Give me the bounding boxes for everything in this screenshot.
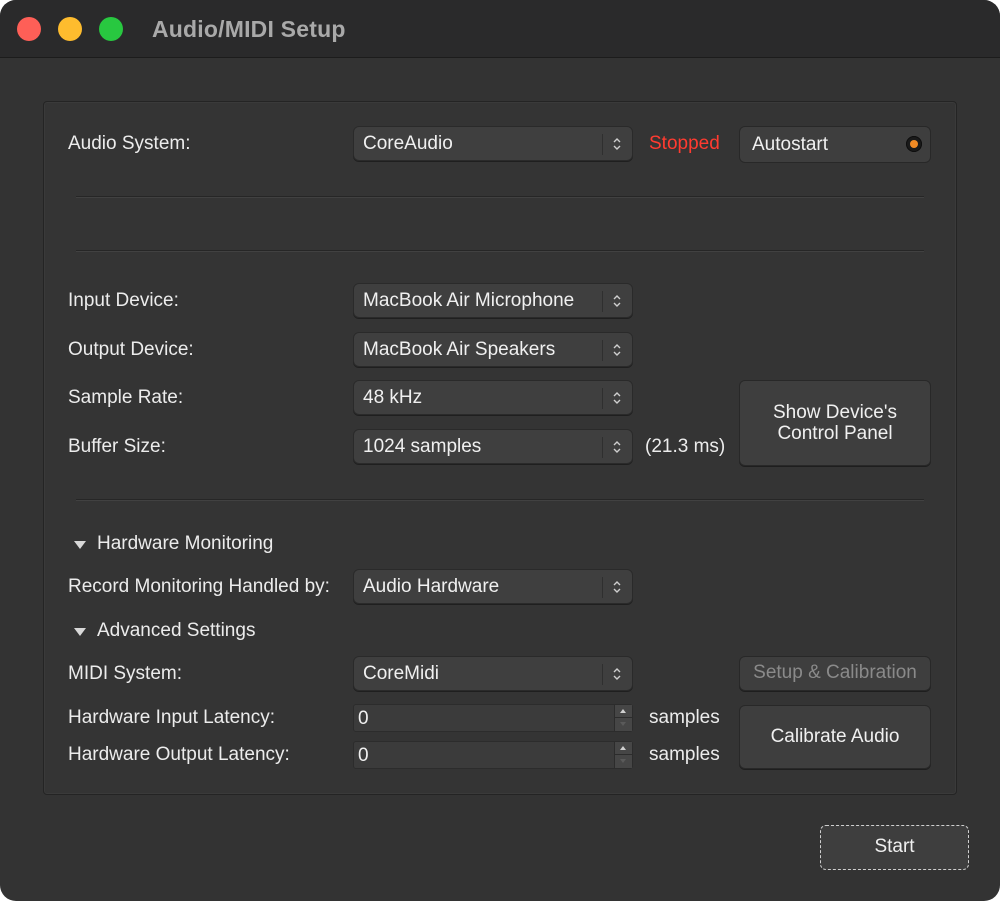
- output-latency-stepper[interactable]: 0: [353, 741, 633, 769]
- output-device-label: Output Device:: [68, 339, 194, 360]
- engine-status-text: Stopped: [649, 133, 720, 154]
- select-divider: [602, 437, 603, 458]
- audio-system-label: Audio System:: [68, 133, 191, 154]
- record-monitoring-select[interactable]: Audio Hardware: [353, 569, 633, 604]
- record-monitoring-label: Record Monitoring Handled by:: [68, 576, 330, 597]
- autostart-led-icon: [906, 136, 922, 152]
- select-divider: [602, 577, 603, 598]
- chevron-updown-icon: [613, 295, 621, 307]
- stepper-arrows: [614, 705, 632, 731]
- chevron-updown-icon: [613, 138, 621, 150]
- output-latency-unit: samples: [649, 744, 720, 765]
- select-divider: [602, 340, 603, 361]
- output-latency-label: Hardware Output Latency:: [68, 744, 290, 765]
- input-latency-value: 0: [358, 708, 369, 729]
- calibrate-audio-button[interactable]: Calibrate Audio: [739, 705, 931, 769]
- sample-rate-select[interactable]: 48 kHz: [353, 380, 633, 415]
- chevron-updown-icon: [613, 668, 621, 680]
- close-window-button[interactable]: [17, 17, 41, 41]
- record-monitoring-value: Audio Hardware: [363, 576, 500, 597]
- title-bar[interactable]: Audio/MIDI Setup: [0, 0, 1000, 58]
- decrement-arrow-icon[interactable]: [615, 755, 632, 768]
- control-panel-line1: Show Device's: [772, 402, 897, 423]
- input-latency-unit: samples: [649, 707, 720, 728]
- separator: [76, 250, 924, 252]
- decrement-arrow-icon[interactable]: [615, 718, 632, 731]
- output-latency-value: 0: [358, 745, 369, 766]
- select-divider: [602, 134, 603, 155]
- chevron-updown-icon: [613, 344, 621, 356]
- autostart-toggle-button[interactable]: Autostart: [739, 126, 931, 163]
- chevron-updown-icon: [613, 581, 621, 593]
- buffer-size-value: 1024 samples: [363, 436, 482, 457]
- window-title: Audio/MIDI Setup: [152, 16, 346, 42]
- output-device-select[interactable]: MacBook Air Speakers: [353, 332, 633, 367]
- input-device-label: Input Device:: [68, 290, 179, 311]
- chevron-updown-icon: [613, 441, 621, 453]
- autostart-label: Autostart: [752, 134, 829, 155]
- chevron-updown-icon: [613, 392, 621, 404]
- audio-system-value: CoreAudio: [363, 133, 453, 154]
- control-panel-line2: Control Panel: [777, 423, 893, 444]
- midi-system-value: CoreMidi: [363, 663, 440, 684]
- maximize-window-button[interactable]: [99, 17, 123, 41]
- audio-midi-setup-window: Audio/MIDI Setup Audio System: CoreAudio…: [0, 0, 1000, 901]
- minimize-window-button[interactable]: [58, 17, 82, 41]
- audio-system-select[interactable]: CoreAudio: [353, 126, 633, 161]
- separator: [76, 196, 924, 198]
- select-divider: [602, 664, 603, 685]
- disclosure-triangle-icon[interactable]: [74, 628, 86, 636]
- buffer-size-label: Buffer Size:: [68, 436, 166, 457]
- input-device-value: MacBook Air Microphone: [363, 290, 575, 311]
- midi-system-select[interactable]: CoreMidi: [353, 656, 633, 691]
- select-divider: [602, 291, 603, 312]
- show-control-panel-button[interactable]: Show Device's Control Panel: [739, 380, 931, 466]
- sample-rate-label: Sample Rate:: [68, 387, 184, 408]
- sample-rate-value: 48 kHz: [363, 387, 423, 408]
- increment-arrow-icon[interactable]: [615, 705, 632, 718]
- select-divider: [602, 388, 603, 409]
- start-button[interactable]: Start: [820, 825, 969, 870]
- output-device-value: MacBook Air Speakers: [363, 339, 556, 360]
- disclosure-triangle-icon[interactable]: [74, 541, 86, 549]
- input-latency-stepper[interactable]: 0: [353, 704, 633, 732]
- stepper-arrows: [614, 742, 632, 768]
- midi-system-label: MIDI System:: [68, 663, 183, 684]
- buffer-size-select[interactable]: 1024 samples: [353, 429, 633, 464]
- setup-calibration-button[interactable]: Setup & Calibration: [739, 656, 931, 691]
- input-latency-label: Hardware Input Latency:: [68, 707, 276, 728]
- increment-arrow-icon[interactable]: [615, 742, 632, 755]
- separator: [76, 499, 924, 501]
- advanced-settings-toggle[interactable]: Advanced Settings: [97, 620, 255, 642]
- buffer-latency-ms: (21.3 ms): [645, 436, 726, 457]
- hardware-monitoring-toggle[interactable]: Hardware Monitoring: [97, 533, 273, 555]
- input-device-select[interactable]: MacBook Air Microphone: [353, 283, 633, 318]
